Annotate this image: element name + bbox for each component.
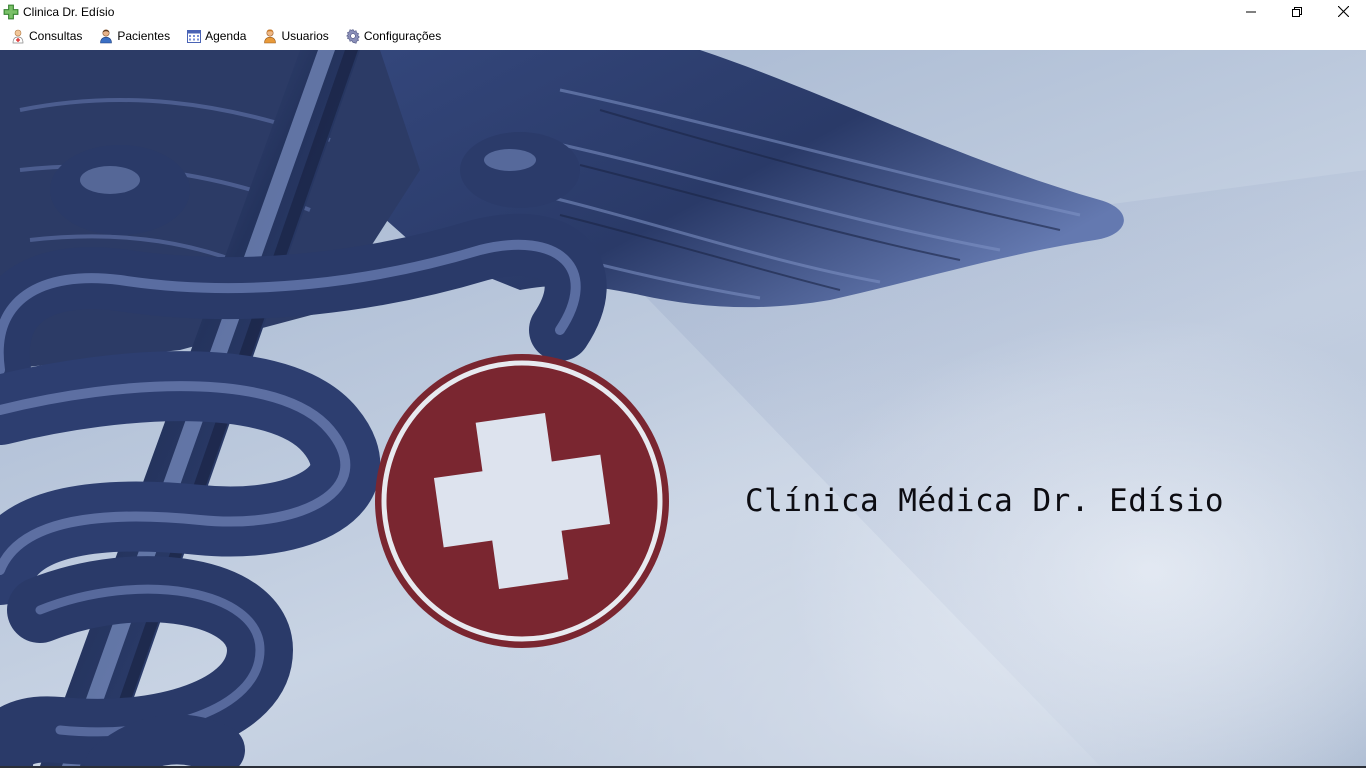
green-cross-icon [3, 4, 19, 20]
menu-item-label: Configurações [363, 28, 442, 43]
main-window: Clinica Dr. Edísio Consultas Pacientes A… [0, 0, 1366, 768]
doctor-icon [10, 28, 26, 44]
gear-icon [345, 28, 361, 44]
menu-item-configuracoes[interactable]: Configurações [335, 25, 447, 47]
menu-item-label: Usuarios [281, 28, 329, 43]
minimize-button[interactable] [1228, 0, 1274, 23]
close-button[interactable] [1320, 0, 1366, 23]
person-icon [98, 28, 114, 44]
user-icon [262, 28, 278, 44]
menu-item-consultas[interactable]: Consultas [0, 25, 88, 47]
menu-bar: Consultas Pacientes Agenda Usuarios Conf… [0, 23, 1366, 48]
menu-item-label: Pacientes [117, 28, 171, 43]
background-image: Clínica Médica Dr. Edísio [0, 50, 1366, 766]
menu-item-agenda[interactable]: Agenda [176, 25, 252, 47]
menu-item-label: Agenda [205, 28, 247, 43]
restore-icon [1292, 6, 1302, 17]
menu-item-usuarios[interactable]: Usuarios [252, 25, 334, 47]
calendar-icon [186, 28, 202, 44]
minimize-icon [1246, 11, 1256, 12]
caduceus-emblem [0, 50, 1366, 766]
menu-item-label: Consultas [29, 28, 83, 43]
red-cross-emblem [375, 354, 669, 648]
restore-button[interactable] [1274, 0, 1320, 23]
title-bar[interactable]: Clinica Dr. Edísio [0, 0, 1366, 23]
window-controls [1228, 0, 1366, 23]
menu-item-pacientes[interactable]: Pacientes [88, 25, 176, 47]
window-title: Clinica Dr. Edísio [23, 4, 115, 19]
close-icon [1337, 6, 1349, 17]
clinic-heading: Clínica Médica Dr. Edísio [745, 483, 1225, 519]
